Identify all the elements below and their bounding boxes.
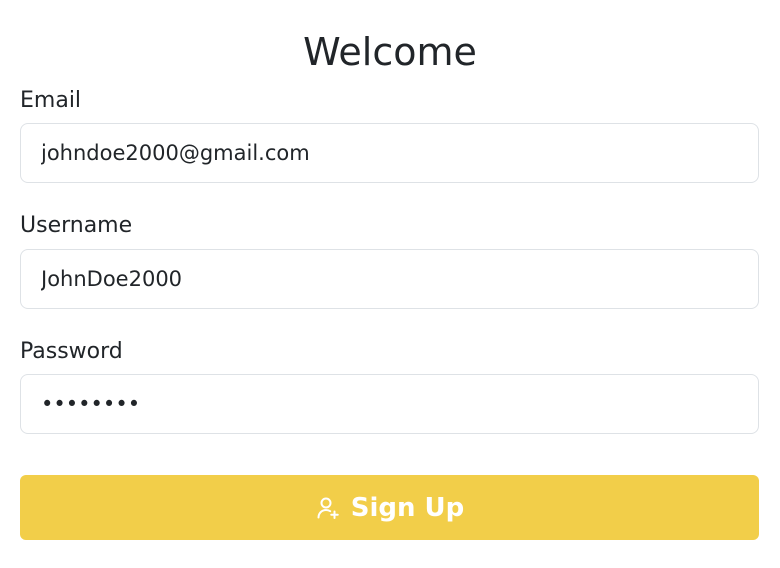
email-field[interactable] [20,123,759,183]
page-title: Welcome [303,30,477,74]
user-plus-icon [315,495,341,521]
sign-up-button[interactable]: Sign Up [20,475,759,540]
username-label: Username [20,213,133,238]
signup-page: Welcome Email Username Password Sign Up [0,0,780,568]
sign-up-label: Sign Up [350,492,465,523]
password-field[interactable] [20,374,759,434]
password-label: Password [20,339,123,364]
username-field[interactable] [20,249,759,309]
email-label: Email [20,88,82,113]
